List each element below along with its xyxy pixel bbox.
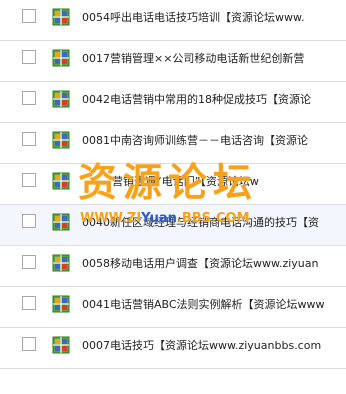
list-item[interactable]: 营销遭遇“电话门”【资源论坛w	[0, 164, 346, 205]
file-list-page: 0054呼出电话电话技巧培训【资源论坛www. 0017营销管理××公司移动电话…	[0, 0, 346, 394]
file-name: 0007电话技巧【资源论坛www.ziyuanbbs.com	[82, 339, 322, 352]
list-item[interactable]: 0007电话技巧【资源论坛www.ziyuanbbs.com	[0, 328, 346, 369]
item-checkbox[interactable]	[22, 9, 36, 23]
file-name: 0017营销管理××公司移动电话新世纪创新营	[82, 52, 305, 65]
item-checkbox[interactable]	[22, 91, 36, 105]
file-name: 0042电话营销中常用的18种促成技巧【资源论	[82, 93, 311, 106]
item-checkbox[interactable]	[22, 296, 36, 310]
item-checkbox[interactable]	[22, 337, 36, 351]
item-checkbox[interactable]	[22, 132, 36, 146]
file-list: 0054呼出电话电话技巧培训【资源论坛www. 0017营销管理××公司移动电话…	[0, 0, 346, 394]
file-name: 0081中南咨询师训练营－－电话咨询【资源论	[82, 134, 308, 147]
list-item[interactable]: 0041电话营销ABC法则实例解析【资源论坛www	[0, 287, 346, 328]
list-item[interactable]: 0058移动电话用户调查【资源论坛www.ziyuan	[0, 246, 346, 287]
list-item[interactable]: 0054呼出电话电话技巧培训【资源论坛www.	[0, 0, 346, 41]
list-item[interactable]: 0081中南咨询师训练营－－电话咨询【资源论	[0, 123, 346, 164]
item-checkbox[interactable]	[22, 214, 36, 228]
item-checkbox[interactable]	[22, 50, 36, 64]
archive-file-icon	[52, 172, 70, 190]
archive-file-icon	[52, 90, 70, 108]
list-item[interactable]: 0040新任区域经理与经销商电话沟通的技巧【资	[0, 205, 346, 246]
archive-file-icon	[52, 295, 70, 313]
item-checkbox[interactable]	[22, 173, 36, 187]
archive-file-icon	[52, 131, 70, 149]
file-name: 0040新任区域经理与经销商电话沟通的技巧【资	[82, 216, 319, 229]
file-name: 0058移动电话用户调查【资源论坛www.ziyuan	[82, 257, 319, 270]
file-name: 0041电话营销ABC法则实例解析【资源论坛www	[82, 298, 325, 311]
file-name: 营销遭遇“电话门”【资源论坛w	[112, 175, 259, 188]
list-item[interactable]: 0042电话营销中常用的18种促成技巧【资源论	[0, 82, 346, 123]
archive-file-icon	[52, 213, 70, 231]
item-checkbox[interactable]	[22, 255, 36, 269]
file-name: 0054呼出电话电话技巧培训【资源论坛www.	[82, 11, 305, 24]
archive-file-icon	[52, 8, 70, 26]
archive-file-icon	[52, 336, 70, 354]
list-item[interactable]: 0017营销管理××公司移动电话新世纪创新营	[0, 41, 346, 82]
archive-file-icon	[52, 254, 70, 272]
archive-file-icon	[52, 49, 70, 67]
